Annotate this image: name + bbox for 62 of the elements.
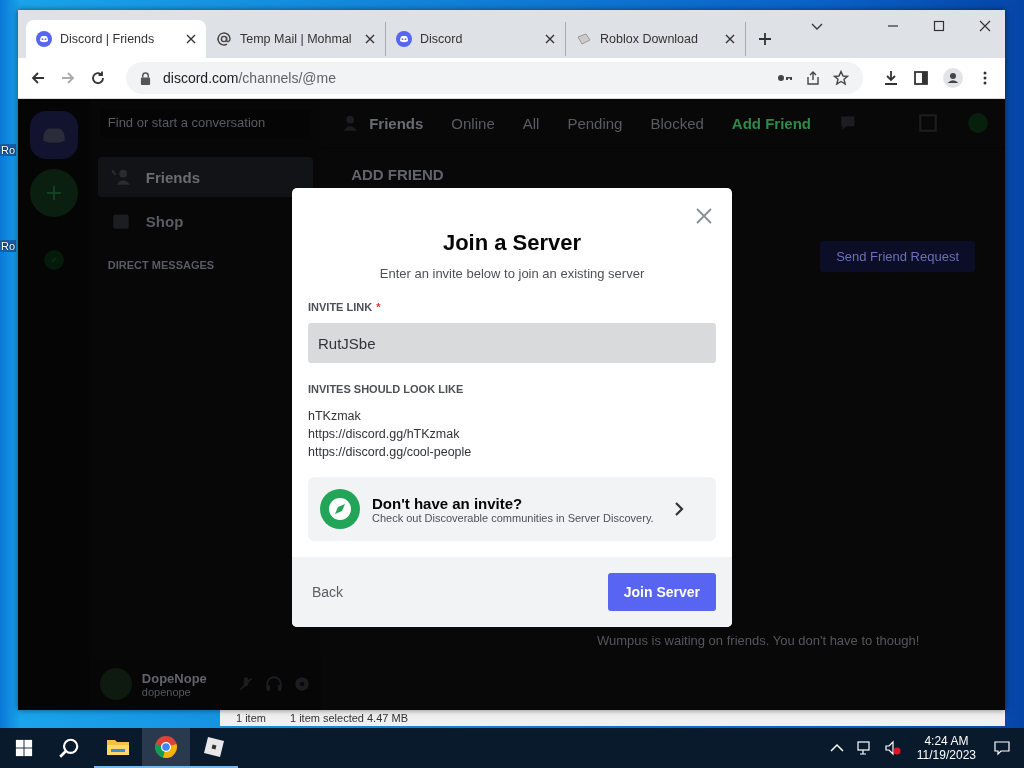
side-panel-icon[interactable]	[913, 70, 929, 86]
example-text: hTKzmak	[308, 408, 362, 425]
user-tag: dopenope	[141, 685, 228, 698]
friends-tab[interactable]: Add Friend	[731, 114, 811, 132]
status-text: 1 item	[236, 712, 266, 724]
clock[interactable]: 4:24 AM 11/19/2023	[916, 734, 976, 762]
dialog-subtitle: Enter an invite below to join an existing server	[378, 266, 646, 281]
network-icon[interactable]	[856, 740, 873, 756]
at-sign-icon	[216, 31, 232, 47]
notifications-icon[interactable]	[994, 740, 1010, 756]
card-title: Don't have an invite?	[372, 494, 524, 512]
browser-tab[interactable]: Temp Mail | Mohmal	[206, 22, 386, 56]
discord-icon	[396, 31, 412, 47]
maximize-icon[interactable]	[933, 20, 945, 32]
close-icon[interactable]	[725, 34, 735, 44]
empty-state-text: Wumpus is waiting on friends. You don't have to though!	[595, 633, 920, 650]
chrome-icon	[154, 735, 178, 759]
browser-tab[interactable]: Roblox Download	[566, 22, 746, 56]
new-tab-icon[interactable]	[758, 32, 772, 46]
invite-link-field[interactable]: RutJSbe	[308, 323, 716, 363]
download-icon[interactable]	[883, 70, 899, 86]
search-icon[interactable]	[58, 737, 80, 759]
chevron-right-icon	[674, 501, 684, 517]
close-icon[interactable]	[365, 34, 375, 44]
windows-start-icon[interactable]	[15, 739, 33, 757]
send-friend-request-button[interactable]: Send Friend Request	[820, 241, 975, 272]
star-icon[interactable]	[833, 70, 849, 86]
close-icon[interactable]	[186, 34, 196, 44]
desktop-icon-label[interactable]: Ro	[0, 144, 17, 156]
profile-icon[interactable]	[943, 68, 963, 88]
compass-icon	[320, 489, 360, 529]
section-heading: ADD FRIEND	[350, 165, 445, 185]
card-description: Check out Discoverable communities in Server Discovery.	[372, 511, 655, 524]
dialog-title: Join a Server	[441, 230, 583, 256]
muted-speaker-icon[interactable]	[884, 740, 901, 756]
desktop-icon-label[interactable]: Ro	[0, 240, 17, 252]
taskbar-app[interactable]	[142, 728, 190, 768]
field-label: INVITE LINK	[308, 301, 373, 313]
close-icon[interactable]	[545, 34, 555, 44]
share-icon[interactable]	[805, 70, 821, 86]
browser-tab[interactable]: Discord	[386, 22, 566, 56]
back-button[interactable]: Back	[308, 574, 348, 610]
close-icon[interactable]	[979, 20, 991, 32]
reload-icon[interactable]	[90, 70, 106, 86]
search-field[interactable]: Find or start a conversation	[99, 109, 312, 137]
section-heading: DIRECT MESSAGES	[106, 258, 216, 273]
back-icon[interactable]	[30, 70, 46, 86]
page-title: Friends	[369, 114, 424, 132]
nav-item[interactable]: Friends	[97, 157, 314, 197]
lock-icon	[140, 71, 151, 85]
discord-icon	[36, 31, 52, 47]
required-mark: *	[376, 301, 381, 313]
example-text: https://discord.gg/hTKzmak	[308, 426, 461, 443]
address-bar[interactable]: discord.com/channels/@me	[126, 62, 863, 94]
example-text: https://discord.gg/cool-people	[308, 444, 473, 461]
page-icon	[576, 31, 592, 47]
field-label: INVITES SHOULD LOOK LIKE	[308, 383, 465, 395]
server-discovery-card[interactable]: Don't have an invite? Check out Discoverable communities in Server Discovery.	[308, 477, 716, 541]
username: DopeNope	[141, 670, 208, 686]
browser-tab[interactable]: Discord | Friends	[26, 20, 206, 58]
join-server-button[interactable]: Join Server	[607, 573, 716, 611]
status-text: 1 item selected 4.47 MB	[289, 712, 408, 724]
